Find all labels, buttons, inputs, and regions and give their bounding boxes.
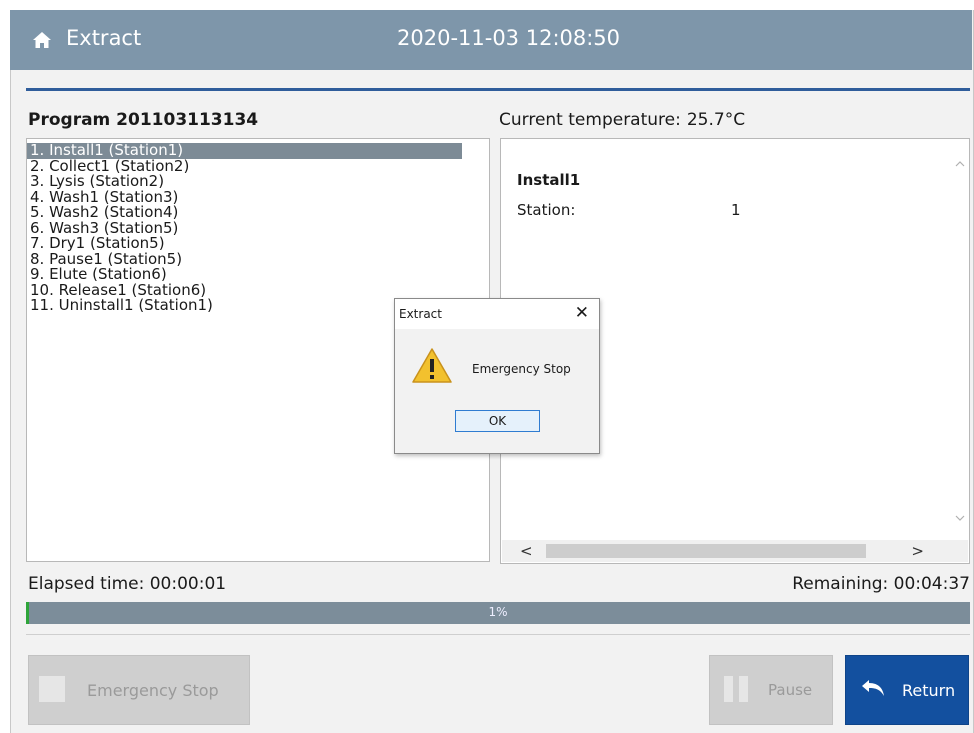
scroll-left-icon[interactable]: < (520, 542, 533, 560)
elapsed-time: Elapsed time: 00:00:01 (28, 574, 227, 594)
scroll-up-icon[interactable] (955, 159, 965, 169)
ok-button[interactable]: OK (455, 410, 540, 432)
warning-icon (412, 348, 452, 383)
dialog-titlebar: Extract ✕ (395, 299, 599, 329)
pause-label: Pause (768, 681, 813, 699)
header-divider (26, 88, 970, 91)
stop-icon (39, 676, 65, 702)
return-label: Return (902, 681, 956, 700)
scroll-down-icon[interactable] (955, 513, 965, 523)
station-label: Station: (517, 201, 576, 219)
header-bar: Extract 2020-11-03 12:08:50 (10, 10, 972, 70)
program-title: Program 201103113134 (28, 110, 259, 130)
dialog-title: Extract (399, 307, 442, 321)
scrollbar-thumb[interactable] (546, 544, 866, 558)
emergency-stop-dialog: Extract ✕ Emergency Stop OK (394, 298, 600, 454)
close-icon[interactable]: ✕ (575, 303, 589, 323)
home-icon[interactable] (32, 31, 52, 49)
horizontal-scrollbar[interactable]: < > (502, 540, 968, 562)
pause-icon (724, 676, 750, 702)
scroll-right-icon[interactable]: > (911, 542, 924, 560)
temperature-label: Current temperature: (499, 110, 681, 130)
dialog-message: Emergency Stop (472, 362, 571, 376)
return-button[interactable]: Return (845, 655, 969, 725)
emergency-stop-label: Emergency Stop (87, 681, 219, 700)
app-title: Extract (66, 26, 142, 50)
footer-divider (26, 634, 970, 635)
remaining-time: Remaining: 00:04:37 (792, 574, 970, 594)
station-value: 1 (731, 201, 741, 219)
return-icon (862, 680, 884, 696)
pause-button[interactable]: Pause (709, 655, 833, 725)
steps-list: 1. Install1 (Station1) 2. Collect1 (Stati… (27, 139, 489, 314)
current-datetime: 2020-11-03 12:08:50 (397, 26, 621, 50)
temperature-value: 25.7°C (686, 110, 746, 130)
step-name: Install1 (517, 171, 581, 189)
progress-percent: 1% (488, 605, 508, 619)
progress-bar: 1% (26, 602, 970, 624)
emergency-stop-button[interactable]: Emergency Stop (28, 655, 250, 725)
temperature-readout: Current temperature: 25.7°C (499, 110, 745, 130)
